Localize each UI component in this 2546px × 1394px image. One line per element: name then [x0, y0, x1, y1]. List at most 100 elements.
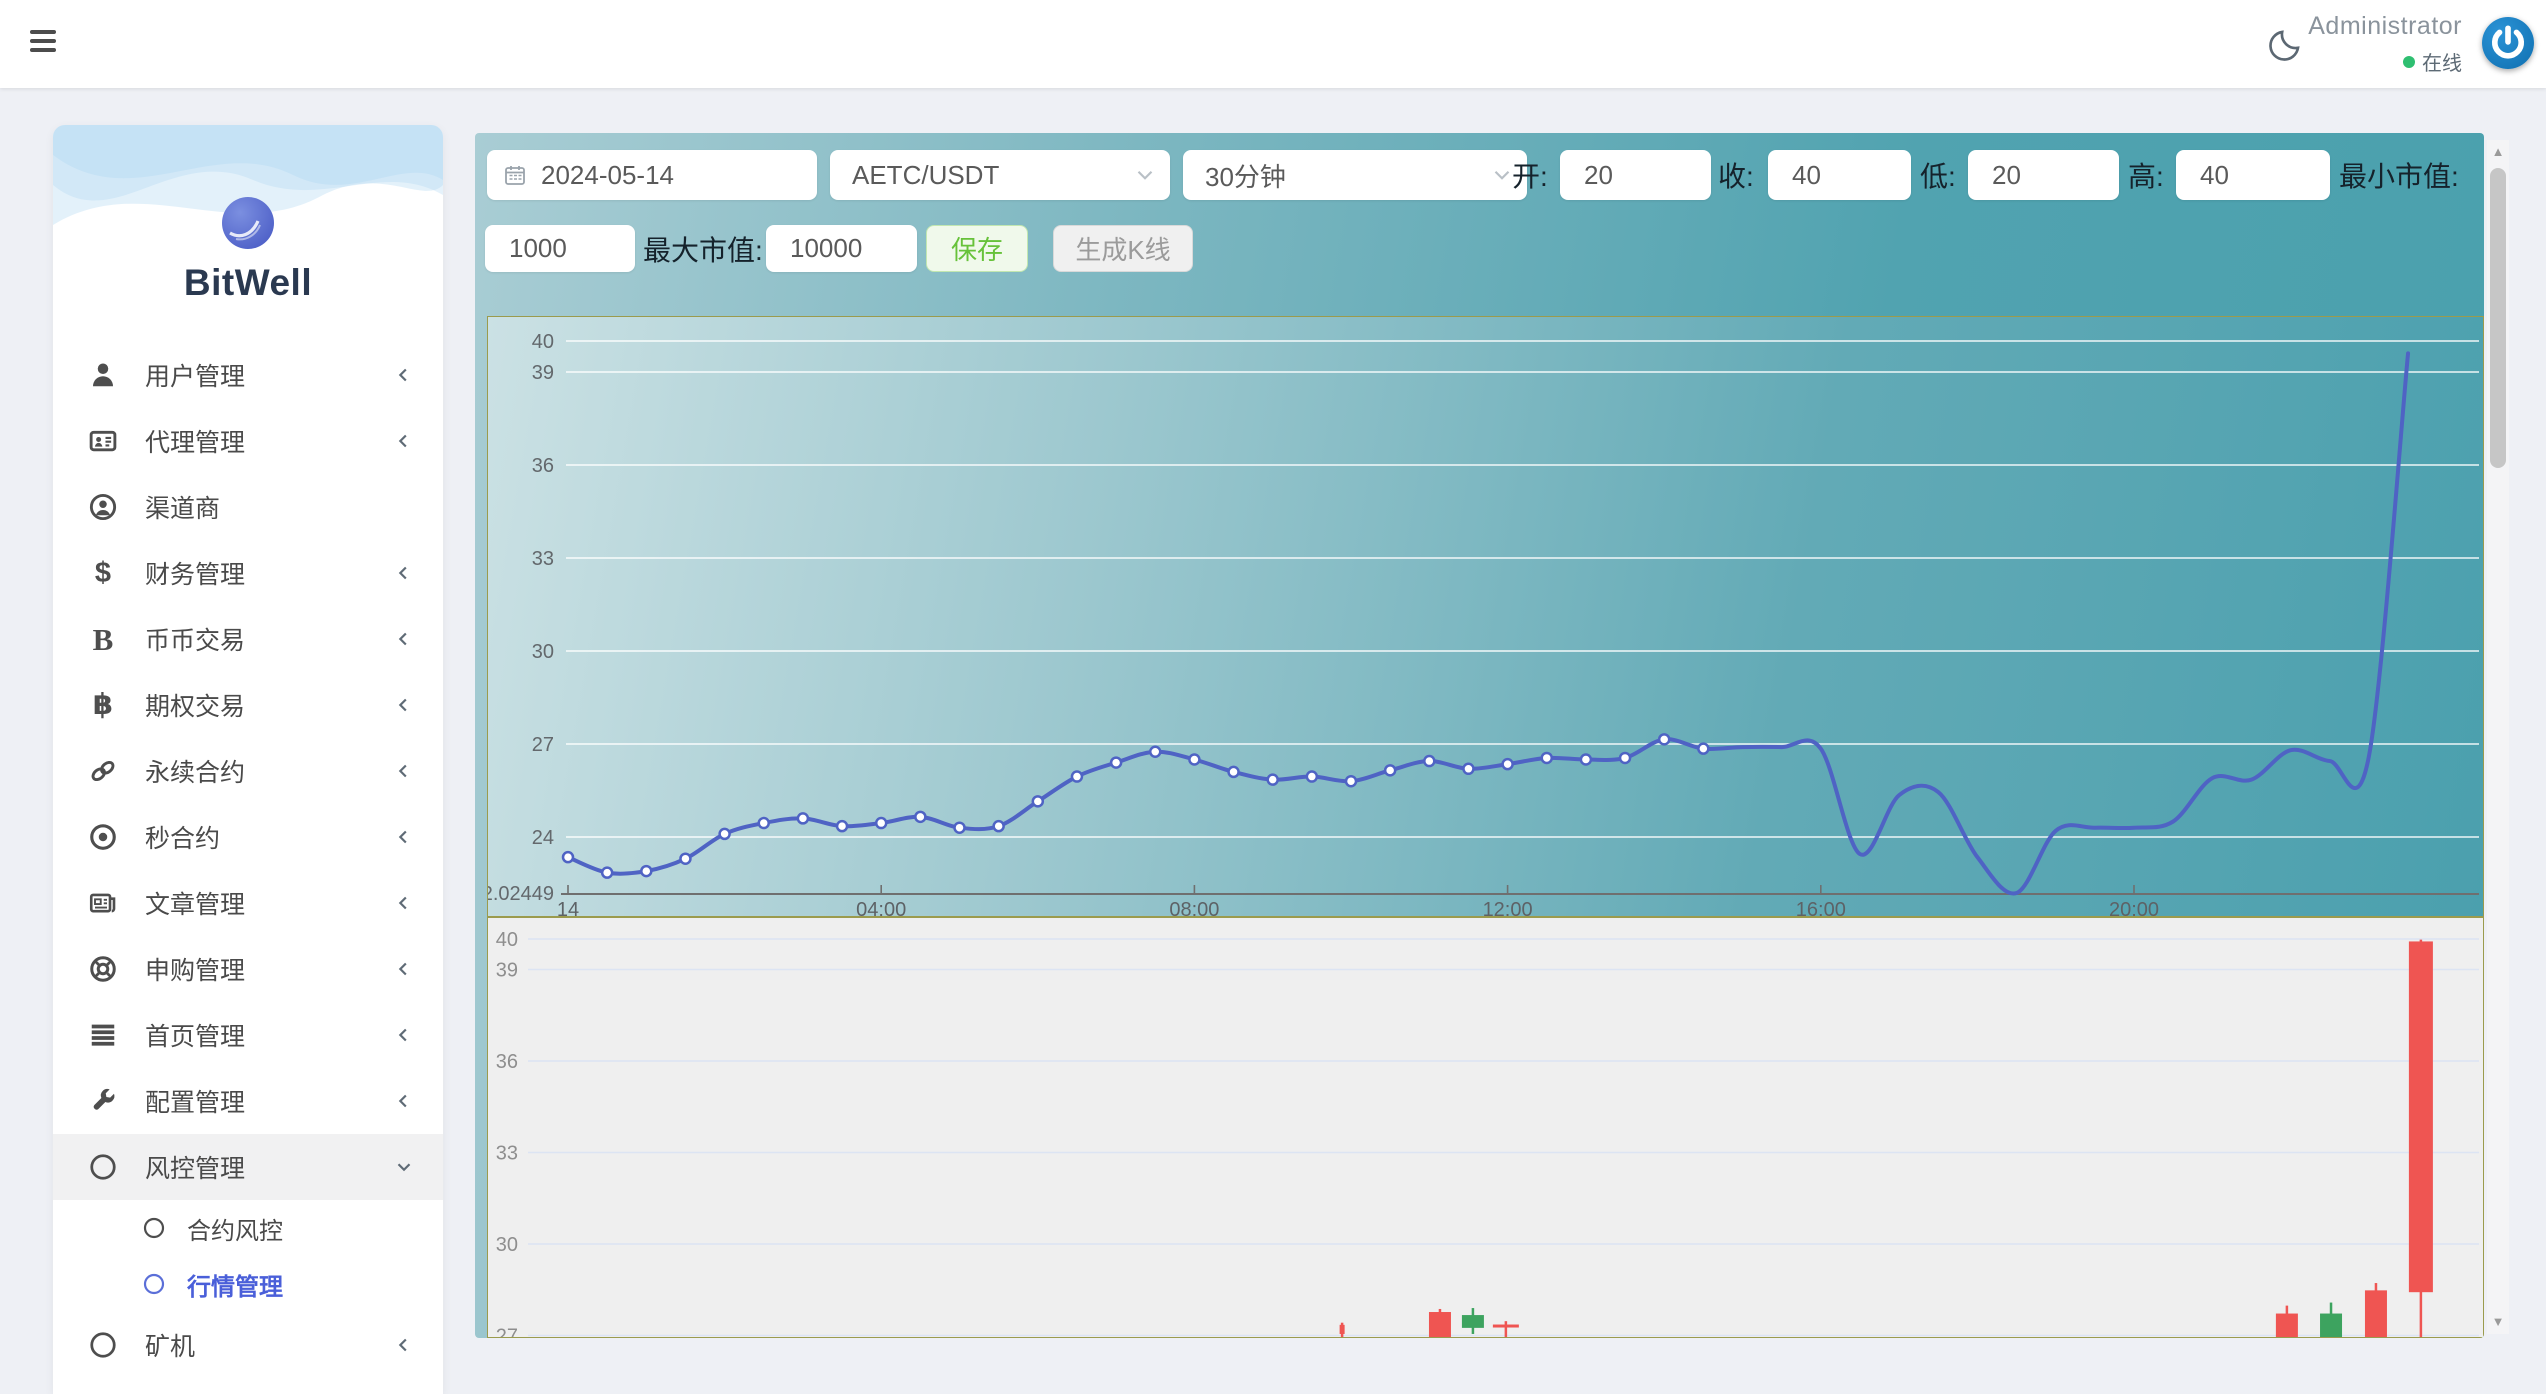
close-input[interactable]: 40: [1768, 150, 1911, 200]
scroll-down-icon[interactable]: ▼: [2487, 1310, 2509, 1334]
sidebar-item-label: 用户管理: [145, 357, 245, 393]
sidebar-item-channel-merchant[interactable]: 渠道商: [53, 474, 443, 540]
dark-mode-moon-icon[interactable]: [2266, 24, 2306, 64]
high-label: 高:: [2128, 150, 2164, 200]
candlestick-chart[interactable]: 403936333027: [487, 917, 2484, 1338]
generate-kline-button[interactable]: 生成K线: [1053, 225, 1193, 272]
sidebar-menu: 用户管理代理管理渠道商 $财务管理 B 币币交易 ฿期权交易永续合约秒合约文章管理申购管…: [53, 342, 443, 1378]
sidebar-item-label: 风控管理: [145, 1149, 245, 1185]
open-input[interactable]: 20: [1560, 150, 1711, 200]
sidebar-item-user-management[interactable]: 用户管理: [53, 342, 443, 408]
sidebar-item-second-contract[interactable]: 秒合约: [53, 804, 443, 870]
circle-dot-icon: [88, 822, 118, 852]
chevron-left-icon: [393, 364, 415, 386]
svg-text:33: 33: [532, 548, 554, 570]
sidebar-item-perpetual-contract[interactable]: 永续合约: [53, 738, 443, 804]
sidebar-item-agent-management[interactable]: 代理管理: [53, 408, 443, 474]
sidebar-item-label: 申购管理: [145, 951, 245, 987]
avatar[interactable]: [2482, 17, 2534, 69]
chevron-left-icon: [393, 562, 415, 584]
pair-select[interactable]: AETC/USDT: [830, 150, 1170, 200]
svg-text:20:00: 20:00: [2109, 899, 2159, 918]
menu-toggle-icon[interactable]: [30, 30, 56, 54]
sidebar-subitem-label: 合约风控: [187, 1211, 283, 1246]
svg-text:30: 30: [496, 1234, 518, 1256]
sidebar-item-config-management[interactable]: 配置管理: [53, 1068, 443, 1134]
chevron-left-icon: [393, 760, 415, 782]
life-ring-icon: [88, 954, 118, 984]
sidebar-item-label: 文章管理: [145, 885, 245, 921]
interval-select[interactable]: 30分钟: [1183, 150, 1527, 200]
sidebar-subitem-market-management[interactable]: 行情管理: [53, 1256, 443, 1312]
line-chart[interactable]: 403936333027242.024491404:0008:0012:0016…: [487, 316, 2484, 917]
open-label: 开:: [1512, 150, 1548, 200]
dollar-icon: $: [95, 559, 111, 588]
svg-text:30: 30: [532, 641, 554, 663]
sidebar-subitem-contract-risk[interactable]: 合约风控: [53, 1200, 443, 1256]
svg-text:40: 40: [532, 331, 554, 353]
sidebar-item-finance-management[interactable]: $财务管理: [53, 540, 443, 606]
circle-icon: [88, 1152, 118, 1182]
sidebar-item-homepage-management[interactable]: 首页管理: [53, 1002, 443, 1068]
min-cap-input[interactable]: 1000: [485, 225, 635, 272]
low-label: 低:: [1920, 150, 1956, 200]
chevron-left-icon: [393, 694, 415, 716]
sidebar-item-label: 秒合约: [145, 819, 220, 855]
close-label: 收:: [1718, 150, 1754, 200]
top-navbar: Administrator 在线: [0, 0, 2546, 88]
chevron-left-icon: [393, 628, 415, 650]
chevron-left-icon: [393, 1024, 415, 1046]
scrollbar-thumb[interactable]: [2490, 168, 2506, 468]
svg-text:16:00: 16:00: [1796, 899, 1846, 918]
low-input[interactable]: 20: [1968, 150, 2119, 200]
sidebar-item-label: 渠道商: [145, 489, 220, 525]
calendar-icon: [503, 163, 527, 187]
sidebar-item-options-trading[interactable]: ฿期权交易: [53, 672, 443, 738]
online-status-label: 在线: [2422, 47, 2462, 76]
brand-logo-icon: [222, 197, 274, 249]
bars-icon: [88, 1020, 118, 1050]
date-value: 2024-05-14: [541, 160, 674, 191]
svg-text:14: 14: [557, 899, 579, 918]
sidebar-item-subscription-management[interactable]: 申购管理: [53, 936, 443, 1002]
sidebar-item-mining-machine[interactable]: 矿机: [53, 1312, 443, 1378]
sidebar-subitem-label: 行情管理: [187, 1267, 283, 1302]
user-circle-icon: [88, 492, 118, 522]
user-menu[interactable]: Administrator 在线: [2308, 12, 2462, 76]
svg-text:40: 40: [496, 929, 518, 951]
high-input[interactable]: 40: [2176, 150, 2330, 200]
sidebar-item-label: 配置管理: [145, 1083, 245, 1119]
chevron-down-icon: [1132, 162, 1158, 188]
user-doctor-icon: [88, 360, 118, 390]
sidebar: BitWell 用户管理代理管理渠道商 $财务管理 B 币币交易 ฿期权交易永续合约秒合…: [53, 125, 443, 1394]
svg-text:08:00: 08:00: [1169, 899, 1219, 918]
sidebar-item-label: 代理管理: [145, 423, 245, 459]
brand-name: BitWell: [53, 262, 443, 304]
chevron-left-icon: [393, 826, 415, 848]
date-picker[interactable]: 2024-05-14: [487, 150, 817, 200]
online-status-dot: [2403, 56, 2415, 68]
interval-value: 30分钟: [1205, 157, 1286, 194]
sidebar-item-label: 矿机: [145, 1327, 195, 1363]
chevron-left-icon: [393, 1090, 415, 1112]
chevron-left-icon: [393, 430, 415, 452]
svg-text:27: 27: [532, 734, 554, 756]
circle-icon: [88, 1330, 118, 1360]
circle-icon: [142, 1272, 166, 1296]
chevron-left-icon: [393, 1334, 415, 1356]
scroll-up-icon[interactable]: ▲: [2487, 140, 2509, 164]
sidebar-item-risk-management[interactable]: 风控管理: [53, 1134, 443, 1200]
sidebar-item-spot-trading[interactable]: B 币币交易: [53, 606, 443, 672]
vertical-scrollbar[interactable]: ▲ ▼: [2487, 140, 2509, 1334]
chevron-left-icon: [393, 958, 415, 980]
sidebar-item-label: 币币交易: [145, 621, 245, 657]
wrench-icon: [88, 1086, 118, 1116]
chevron-down-icon: [393, 1156, 415, 1178]
sidebar-item-article-management[interactable]: 文章管理: [53, 870, 443, 936]
svg-text:36: 36: [532, 455, 554, 477]
max-cap-input[interactable]: 10000: [766, 225, 917, 272]
save-button[interactable]: 保存: [926, 225, 1028, 272]
main-content-panel: 2024-05-14 AETC/USDT 30分钟 开: 20 收: 40 低:…: [475, 133, 2484, 1338]
coin-b-icon: B: [93, 624, 114, 655]
svg-text:39: 39: [532, 362, 554, 384]
